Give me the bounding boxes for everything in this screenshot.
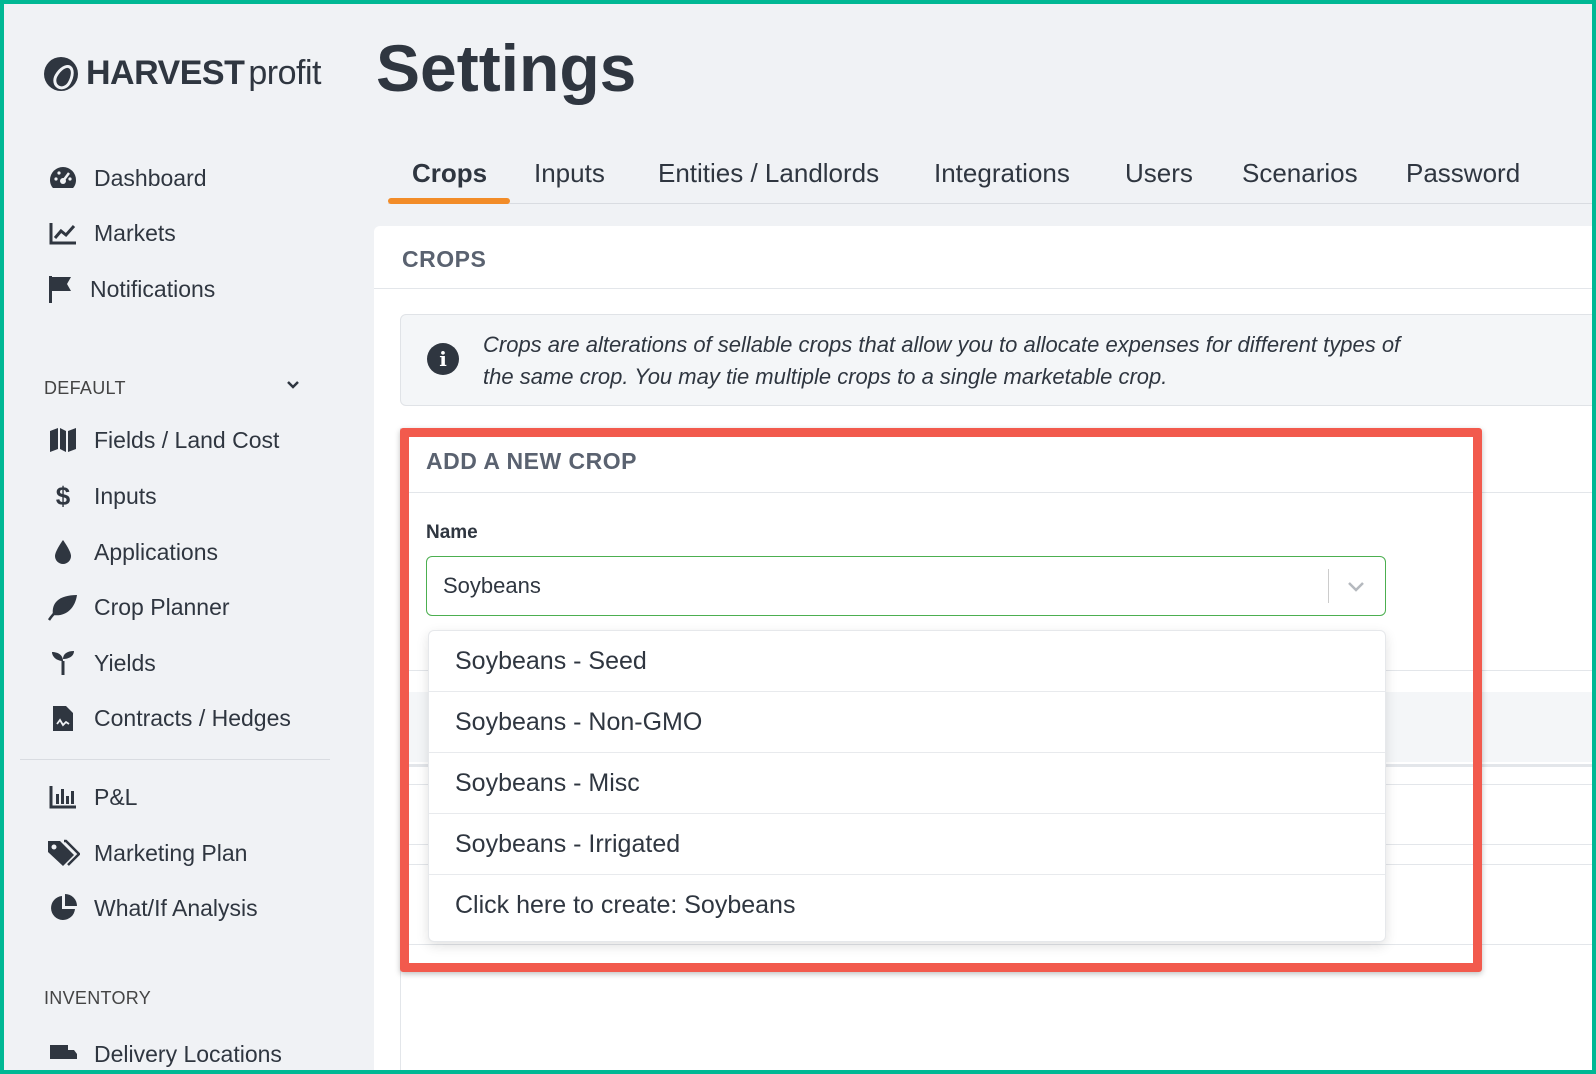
tags-icon: [46, 838, 80, 868]
sidebar-divider: [20, 759, 330, 760]
chevron-down-icon[interactable]: [286, 378, 300, 392]
sidebar-item-applications[interactable]: Applications: [46, 532, 218, 572]
sidebar-item-pl[interactable]: P&L: [46, 777, 137, 817]
sidebar-item-delivery-locations[interactable]: Delivery Locations: [46, 1034, 282, 1070]
sidebar-item-label: Notifications: [90, 275, 216, 302]
info-text: Crops are alterations of sellable crops …: [483, 332, 1401, 389]
tab-inputs[interactable]: Inputs: [534, 158, 605, 189]
chart-line-icon: [46, 218, 80, 248]
gauge-icon: [46, 163, 80, 193]
brand-name: HARVEST profit: [86, 54, 321, 92]
highlight-box: [400, 428, 1482, 972]
sidebar-item-label: What/If Analysis: [94, 894, 258, 921]
card-divider: [374, 288, 1592, 289]
sidebar-item-label: Inputs: [94, 482, 157, 509]
sidebar-item-label: Contracts / Hedges: [94, 704, 291, 731]
active-tab-indicator: [388, 198, 510, 204]
info-alert: i Crops are alterations of sellable crop…: [400, 314, 1592, 406]
pie-chart-icon: [46, 893, 80, 923]
sidebar-item-label: Markets: [94, 219, 176, 246]
sidebar-item-inputs[interactable]: $ Inputs: [46, 476, 157, 516]
sidebar-item-dashboard[interactable]: Dashboard: [46, 158, 207, 198]
section-label-inventory: INVENTORY: [44, 988, 152, 1008]
tab-entities-landlords[interactable]: Entities / Landlords: [658, 158, 879, 189]
droplet-icon: [46, 537, 80, 567]
harvest-logo-icon: [44, 56, 78, 91]
sidebar-item-label: Dashboard: [94, 164, 207, 191]
sidebar-item-label: Yields: [94, 649, 156, 676]
sidebar-item-what-if[interactable]: What/If Analysis: [46, 888, 258, 928]
sidebar-item-label: P&L: [94, 783, 138, 810]
sidebar-item-crop-planner[interactable]: Crop Planner: [46, 587, 230, 627]
sidebar-item-label: Fields / Land Cost: [94, 426, 280, 453]
leaf-icon: [46, 592, 80, 622]
tab-integrations[interactable]: Integrations: [934, 158, 1070, 189]
sidebar-item-label: Crop Planner: [94, 593, 230, 620]
seedling-icon: [46, 648, 80, 678]
tab-crops[interactable]: Crops: [412, 158, 487, 189]
app-frame: HARVEST profit Dashboard Markets Notifica…: [4, 4, 1592, 1070]
map-icon: [46, 425, 80, 455]
sidebar: HARVEST profit Dashboard Markets Notifica…: [4, 4, 340, 1070]
settings-tabs: Crops Inputs Entities / Landlords Integr…: [388, 144, 1592, 204]
sidebar-item-notifications[interactable]: Notifications: [42, 269, 215, 309]
flag-icon: [42, 274, 76, 304]
sidebar-item-yields[interactable]: Yields: [46, 643, 156, 683]
contract-icon: [46, 703, 80, 733]
tab-users[interactable]: Users: [1125, 158, 1193, 189]
sidebar-item-fields[interactable]: Fields / Land Cost: [46, 420, 279, 460]
truck-icon: [46, 1039, 80, 1069]
brand-logo[interactable]: HARVEST profit: [44, 54, 321, 93]
info-icon: i: [427, 343, 459, 375]
crops-card-title: CROPS: [402, 246, 487, 272]
sidebar-item-label: Marketing Plan: [94, 839, 248, 866]
section-label-default: DEFAULT: [44, 378, 126, 398]
dollar-icon: $: [55, 480, 71, 511]
sidebar-item-label: Delivery Locations: [94, 1040, 282, 1067]
sidebar-item-markets[interactable]: Markets: [46, 213, 176, 253]
sidebar-item-contracts[interactable]: Contracts / Hedges: [46, 698, 291, 738]
sidebar-item-label: Applications: [94, 538, 219, 565]
bar-chart-icon: [46, 782, 80, 812]
sidebar-item-marketing-plan[interactable]: Marketing Plan: [46, 833, 247, 873]
page-title: Settings: [376, 31, 637, 105]
tab-scenarios[interactable]: Scenarios: [1242, 158, 1358, 189]
tab-password[interactable]: Password: [1406, 158, 1520, 189]
